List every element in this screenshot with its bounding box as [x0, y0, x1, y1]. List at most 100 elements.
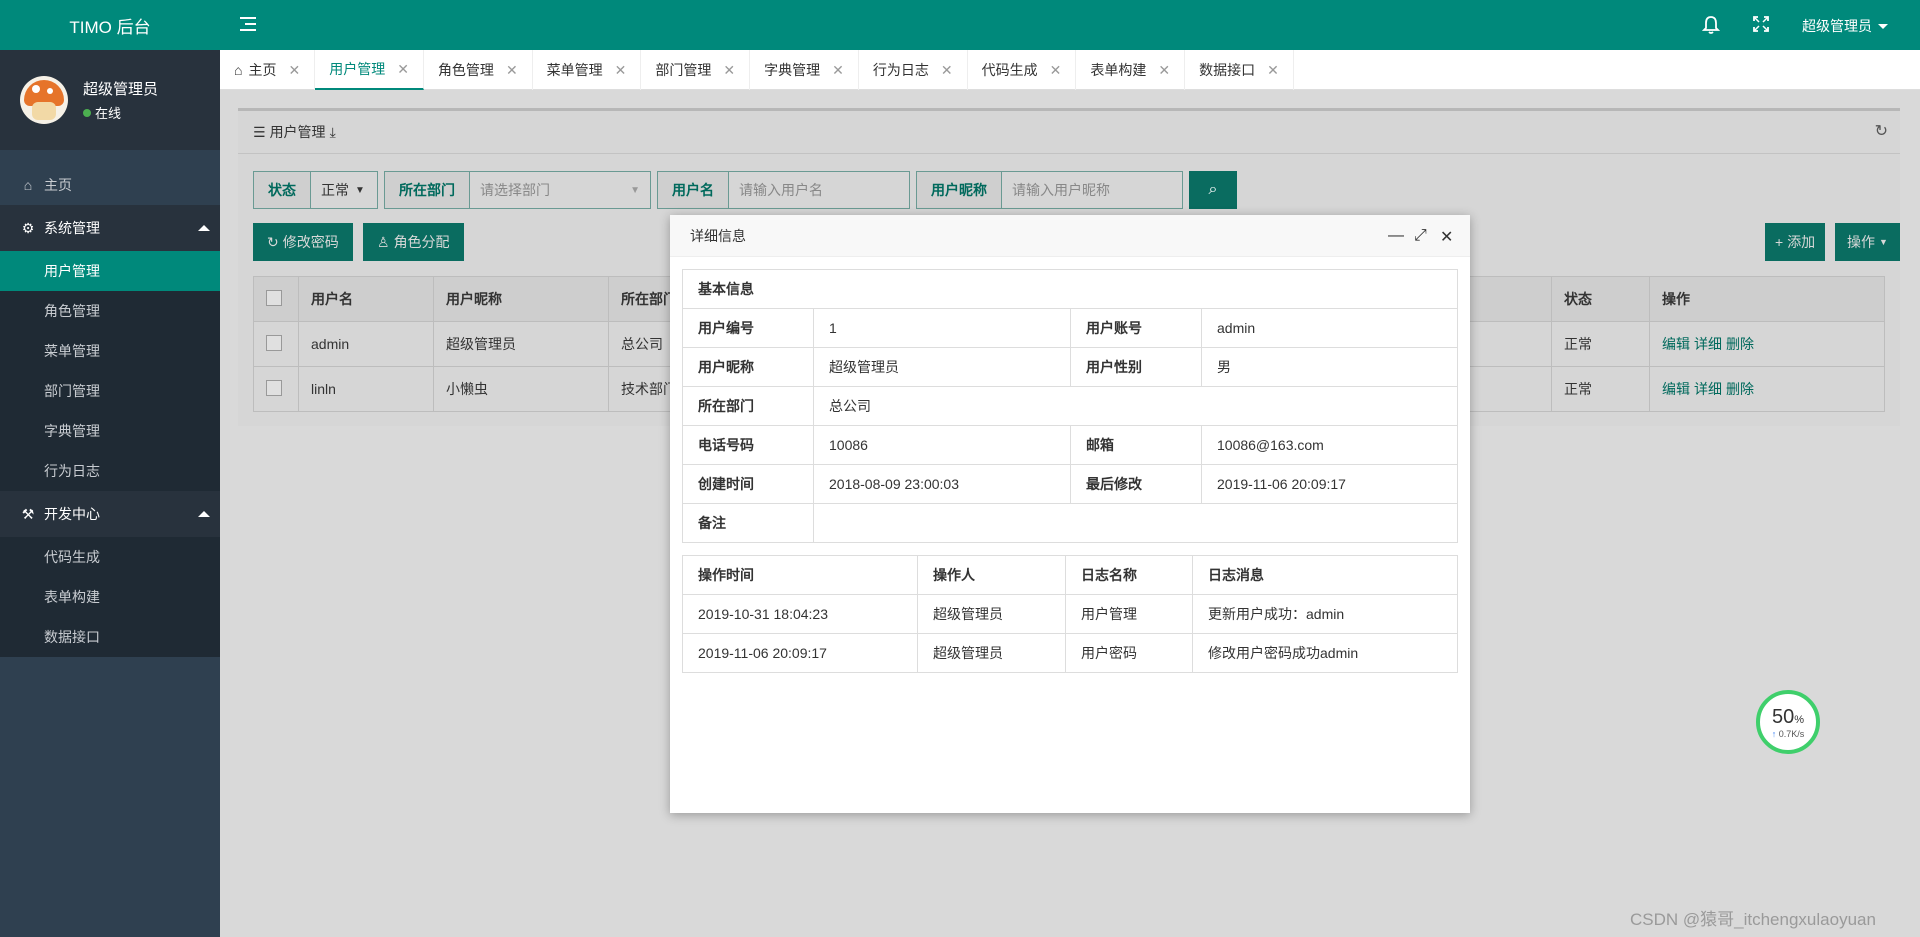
field-label: 用户编号	[682, 308, 814, 348]
cell-nickname: 超级管理员	[433, 321, 609, 367]
close-icon[interactable]: ✕	[1158, 62, 1170, 79]
cell-ops: 编辑 详细 删除	[1649, 321, 1885, 367]
field-label: 用户昵称	[682, 347, 814, 387]
home-icon: ⌂	[234, 62, 243, 78]
ops-dropdown-button[interactable]: 操作 ▼	[1835, 223, 1900, 261]
row-checkbox[interactable]	[266, 379, 282, 396]
username-filter[interactable]: 用户名 请输入用户名	[657, 171, 910, 209]
dept-select[interactable]: 请选择部门 ▼	[470, 172, 650, 208]
edit-link[interactable]: 编辑	[1662, 381, 1690, 397]
status-filter[interactable]: 状态 正常 ▼	[253, 171, 378, 209]
sidebar-item-data-api[interactable]: 数据接口	[0, 617, 220, 657]
tab-label: 数据接口	[1199, 62, 1256, 78]
sidebar-group-dev[interactable]: ⚒ 开发中心	[0, 491, 220, 537]
sidebar-item-form-builder[interactable]: 表单构建	[0, 577, 220, 617]
refresh-icon: ↻	[267, 233, 279, 250]
sidebar-group-system[interactable]: ⚙ 系统管理	[0, 205, 220, 251]
panel-title: 用户管理	[269, 124, 326, 140]
select-all-cell	[253, 276, 299, 322]
tab-user-mgmt[interactable]: 用户管理 ✕	[315, 50, 424, 90]
sidebar-item-dict-mgmt[interactable]: 字典管理	[0, 411, 220, 451]
menu-toggle-icon[interactable]	[240, 16, 256, 32]
nickname-input[interactable]: 请输入用户昵称	[1002, 172, 1182, 208]
add-button[interactable]: + 添加	[1765, 223, 1826, 261]
username-input[interactable]: 请输入用户名	[729, 172, 909, 208]
username-filter-label: 用户名	[658, 172, 729, 208]
panel-header: ☰ 用户管理 ⤓	[238, 111, 1900, 154]
tab-home[interactable]: ⌂ 主页 ✕	[220, 50, 316, 90]
field-label: 邮箱	[1070, 425, 1202, 465]
sidebar-group-label: 系统管理	[44, 220, 100, 236]
topbar-user-menu[interactable]: 超级管理员	[1802, 16, 1888, 36]
tab-data-api[interactable]: 数据接口 ✕	[1185, 50, 1294, 90]
tab-label: 代码生成	[981, 62, 1038, 78]
detail-link[interactable]: 详细	[1694, 381, 1722, 397]
close-icon[interactable]: ✕	[1267, 62, 1279, 79]
user-status-label: 在线	[95, 106, 122, 121]
minimize-icon[interactable]: —	[1388, 227, 1404, 245]
col-username[interactable]: 用户名	[298, 276, 434, 322]
sidebar-item-dept-mgmt[interactable]: 部门管理	[0, 371, 220, 411]
download-icon[interactable]: ⤓	[330, 124, 336, 141]
sidebar-item-user-mgmt[interactable]: 用户管理	[0, 251, 220, 291]
log-time: 2019-10-31 18:04:23	[682, 594, 918, 634]
search-button[interactable]: ⌕	[1189, 171, 1237, 209]
change-password-button[interactable]: ↻ 修改密码	[253, 223, 353, 261]
row-checkbox[interactable]	[266, 334, 282, 351]
select-all-checkbox[interactable]	[266, 289, 282, 306]
close-icon[interactable]: ✕	[1050, 62, 1062, 79]
tab-role-mgmt[interactable]: 角色管理 ✕	[424, 50, 533, 90]
fullscreen-icon[interactable]	[1752, 15, 1770, 33]
maximize-icon[interactable]: ⤢	[1414, 227, 1427, 245]
table-row: 2019-11-06 20:09:17 超级管理员 用户密码 修改用户密码成功a…	[682, 633, 1458, 673]
close-icon[interactable]: ✕	[941, 62, 953, 79]
field-value: 2019-11-06 20:09:17	[1201, 464, 1458, 504]
tab-dict-mgmt[interactable]: 字典管理 ✕	[750, 50, 859, 90]
field-label: 用户性别	[1070, 347, 1202, 387]
chevron-down-icon	[1878, 23, 1888, 29]
sidebar-item-menu-mgmt[interactable]: 菜单管理	[0, 331, 220, 371]
avatar	[20, 76, 68, 124]
close-icon[interactable]: ✕	[723, 62, 735, 79]
refresh-icon[interactable]: ↻	[1875, 121, 1888, 141]
field-value: 10086@163.com	[1201, 425, 1458, 465]
nickname-filter[interactable]: 用户昵称 请输入用户昵称	[916, 171, 1183, 209]
log-table: 操作时间 操作人 日志名称 日志消息 2019-10-31 18:04:23 超…	[682, 555, 1458, 673]
sidebar-item-codegen[interactable]: 代码生成	[0, 537, 220, 577]
close-icon[interactable]: ✕	[288, 62, 300, 79]
close-icon[interactable]: ✕	[397, 61, 409, 78]
field-value: admin	[1201, 308, 1458, 348]
delete-link[interactable]: 删除	[1726, 336, 1754, 352]
close-icon[interactable]: ✕	[506, 62, 518, 79]
sidebar-item-label: 主页	[44, 177, 72, 193]
bell-icon[interactable]	[1702, 15, 1720, 35]
row-select-cell	[253, 321, 299, 367]
close-icon[interactable]: ✕	[615, 62, 627, 79]
sidebar-item-role-mgmt[interactable]: 角色管理	[0, 291, 220, 331]
network-speed-widget[interactable]: 50% ↑ 0.7K/s	[1756, 690, 1820, 754]
cell-username: admin	[298, 321, 434, 367]
tab-dept-mgmt[interactable]: 部门管理 ✕	[641, 50, 751, 90]
app-logo[interactable]: TIMO 后台	[0, 0, 220, 50]
tab-action-log[interactable]: 行为日志 ✕	[859, 50, 968, 90]
sidebar-item-action-log[interactable]: 行为日志	[0, 451, 220, 491]
detail-link[interactable]: 详细	[1694, 336, 1722, 352]
tab-label: 行为日志	[872, 62, 929, 78]
speed-rate-value: 0.7K/s	[1778, 728, 1805, 739]
close-icon[interactable]: ✕	[1440, 227, 1453, 247]
tab-form-builder[interactable]: 表单构建 ✕	[1076, 50, 1186, 90]
close-icon[interactable]: ✕	[832, 62, 844, 79]
dept-filter[interactable]: 所在部门 请选择部门 ▼	[384, 171, 651, 209]
user-icon: ♙	[377, 233, 390, 250]
tab-codegen[interactable]: 代码生成 ✕	[968, 50, 1077, 90]
col-nickname[interactable]: 用户昵称	[433, 276, 609, 322]
delete-link[interactable]: 删除	[1726, 381, 1754, 397]
modal-header: 详细信息 — ⤢ ✕	[670, 215, 1470, 257]
status-select[interactable]: 正常 ▼	[311, 172, 377, 208]
edit-link[interactable]: 编辑	[1662, 336, 1690, 352]
tab-menu-mgmt[interactable]: 菜单管理 ✕	[533, 50, 642, 90]
online-dot-icon	[83, 108, 91, 117]
topbar-user-label: 超级管理员	[1802, 18, 1872, 34]
assign-role-button[interactable]: ♙ 角色分配	[363, 223, 464, 261]
sidebar-item-home[interactable]: ⌂ 主页	[0, 165, 220, 205]
